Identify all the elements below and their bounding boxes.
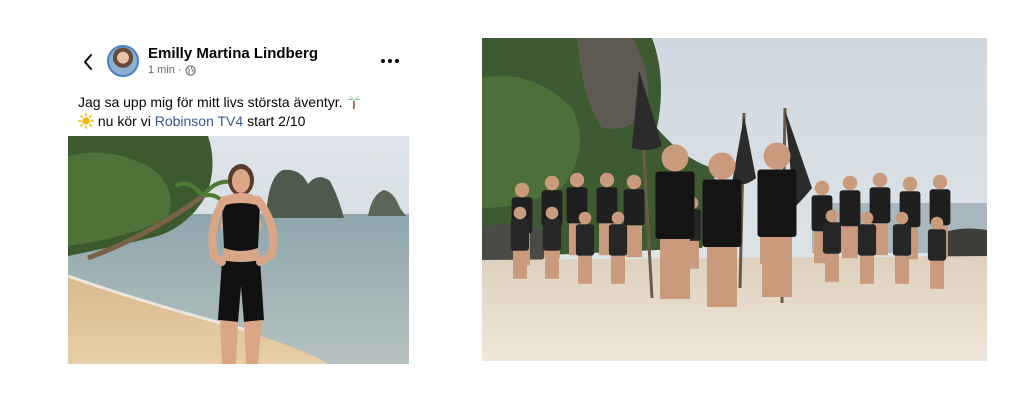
avatar[interactable] bbox=[107, 45, 139, 77]
post-text-suffix: start 2/10 bbox=[247, 113, 306, 129]
post-text: Jag sa upp mig för mitt livs största äve… bbox=[78, 93, 408, 131]
more-options-button[interactable] bbox=[379, 54, 401, 68]
post-photo-group[interactable] bbox=[482, 38, 987, 361]
globe-icon bbox=[184, 64, 196, 76]
chevron-left-icon bbox=[84, 54, 92, 70]
post-time[interactable]: 1 min bbox=[148, 64, 175, 76]
robinson-tv4-link[interactable]: Robinson TV4 bbox=[155, 113, 243, 129]
post-photo-beach-portrait[interactable] bbox=[68, 136, 409, 364]
post-text-line-1: Jag sa upp mig för mitt livs största äve… bbox=[78, 93, 408, 112]
palm-tree-icon bbox=[347, 96, 362, 110]
more-dots-icon bbox=[381, 59, 399, 63]
post-text-prefix: nu kör vi bbox=[97, 113, 151, 129]
meta-separator: · bbox=[177, 64, 182, 76]
post-text-line-2: nu kör vi Robinson TV4 start 2/10 bbox=[78, 112, 408, 131]
post-meta: 1 min · bbox=[148, 64, 196, 76]
group-beach-image bbox=[482, 38, 987, 361]
beach-portrait-image bbox=[68, 136, 409, 364]
sun-icon bbox=[78, 113, 94, 129]
author-name[interactable]: Emilly Martina Lindberg bbox=[148, 45, 318, 62]
back-button[interactable] bbox=[78, 50, 100, 74]
post-text-sentence: Jag sa upp mig för mitt livs största äve… bbox=[78, 94, 343, 110]
